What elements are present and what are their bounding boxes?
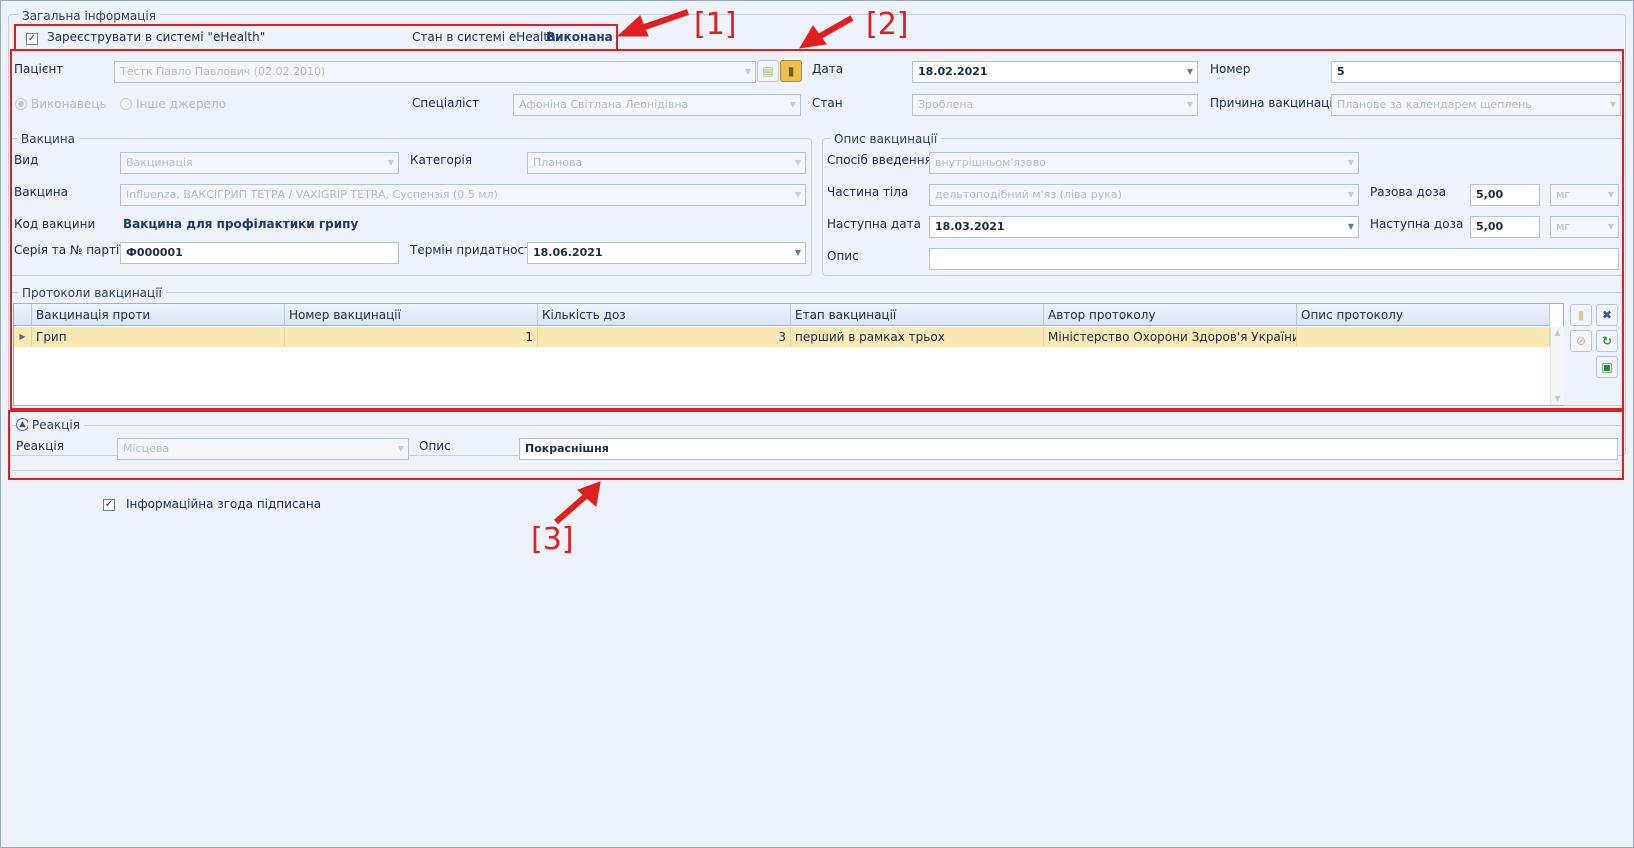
consent-checkbox[interactable]: ✓ (103, 499, 115, 511)
annotation-box-3 (8, 410, 1624, 480)
consent-label: Інформаційна згода підписана (126, 497, 322, 511)
callout-3: [3] (531, 522, 574, 557)
callout-1: [1] (694, 7, 737, 42)
annotation-box-1 (14, 24, 618, 51)
general-legend: Загальна інформація (18, 9, 160, 23)
callout-2: [2] (866, 7, 909, 42)
annotation-box-2 (10, 49, 1624, 410)
